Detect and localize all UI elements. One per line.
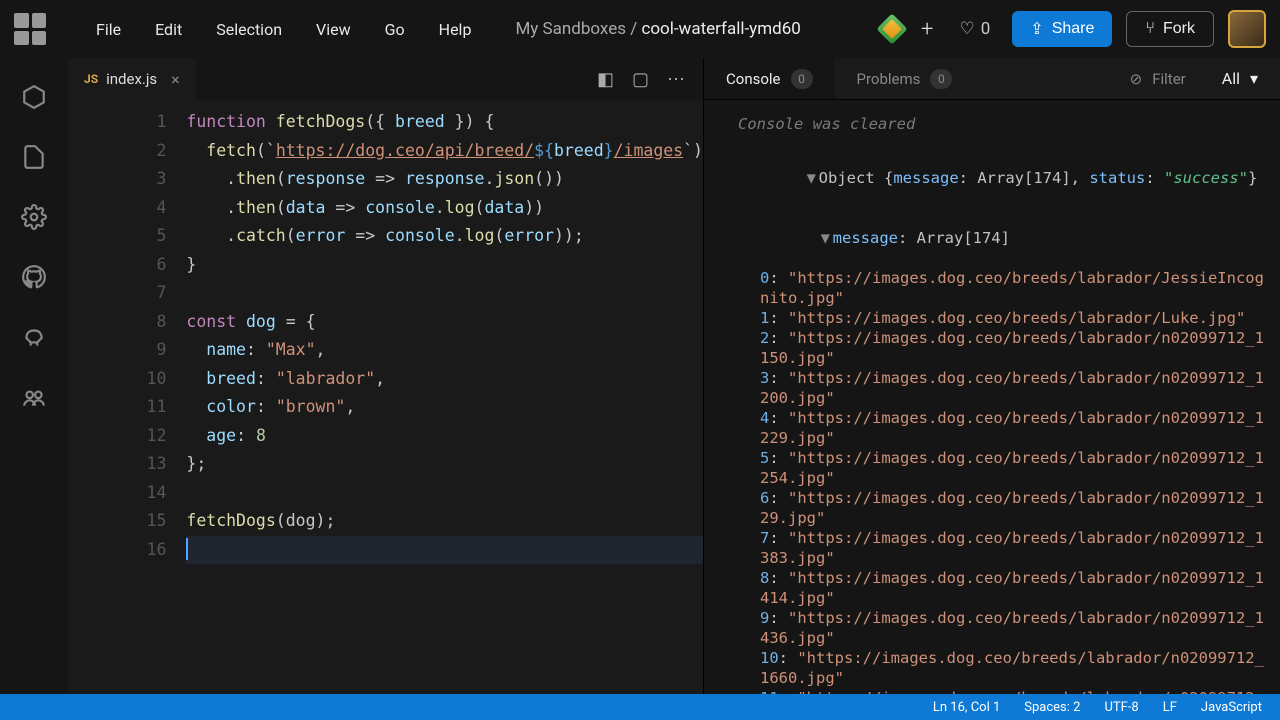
console-cleared-msg: Console was cleared	[732, 110, 1266, 148]
preview-icon[interactable]: ▢	[632, 69, 649, 90]
github-icon[interactable]	[21, 264, 47, 290]
menu-selection[interactable]: Selection	[202, 14, 296, 45]
menu-edit[interactable]: Edit	[141, 14, 196, 45]
chevron-down-icon: ▾	[1250, 69, 1258, 88]
breadcrumb-path: My Sandboxes /	[515, 19, 641, 39]
log-level-label: All	[1222, 69, 1240, 88]
console-object-header[interactable]: ▼Object {message: Array[174], status: "s…	[732, 148, 1266, 208]
live-icon[interactable]	[21, 384, 47, 410]
tab-console-label: Console	[726, 70, 781, 88]
share-label: Share	[1052, 20, 1095, 38]
console-array-item[interactable]: 1: "https://images.dog.ceo/breeds/labrad…	[760, 308, 1266, 328]
status-cursor-pos[interactable]: Ln 16, Col 1	[933, 700, 1000, 715]
menu-help[interactable]: Help	[425, 14, 486, 45]
status-encoding[interactable]: UTF-8	[1104, 700, 1138, 715]
menu-file[interactable]: File	[82, 14, 135, 45]
no-entry-icon[interactable]: ⊘	[1130, 70, 1143, 88]
tab-filename: index.js	[106, 70, 157, 88]
share-icon: ⇪	[1030, 19, 1043, 39]
console-message-header[interactable]: ▼message: Array[174]	[732, 208, 1266, 268]
more-actions-icon[interactable]: ⋯	[667, 69, 685, 90]
console-array-item[interactable]: 0: "https://images.dog.ceo/breeds/labrad…	[760, 268, 1266, 308]
new-sandbox-button[interactable]: +	[917, 17, 937, 42]
console-array-item[interactable]: 5: "https://images.dog.ceo/breeds/labrad…	[760, 448, 1266, 488]
console-array-item[interactable]: 4: "https://images.dog.ceo/breeds/labrad…	[760, 408, 1266, 448]
fork-label: Fork	[1163, 20, 1195, 38]
console-output[interactable]: Console was cleared ▼Object {message: Ar…	[704, 100, 1280, 694]
line-gutter: 12345678910111213141516	[68, 108, 186, 694]
expand-icon[interactable]: ▼	[821, 228, 831, 248]
breadcrumb[interactable]: My Sandboxes / cool-waterfall-ymd60	[515, 19, 800, 39]
problems-count-badge: 0	[930, 69, 952, 89]
console-array-item[interactable]: 10: "https://images.dog.ceo/breeds/labra…	[760, 648, 1266, 688]
console-array-item[interactable]: 9: "https://images.dog.ceo/breeds/labrad…	[760, 608, 1266, 648]
tab-problems[interactable]: Problems 0	[835, 58, 975, 99]
explorer-icon[interactable]	[21, 144, 47, 170]
code-content[interactable]: function fetchDogs({ breed }) { fetch(`h…	[186, 108, 703, 694]
console-count-badge: 0	[791, 69, 813, 89]
avatar[interactable]	[1228, 10, 1266, 48]
code-editor[interactable]: 12345678910111213141516 function fetchDo…	[68, 100, 703, 694]
fork-button[interactable]: ⑂ Fork	[1126, 11, 1214, 47]
console-array-item[interactable]: 6: "https://images.dog.ceo/breeds/labrad…	[760, 488, 1266, 528]
sandbox-name: cool-waterfall-ymd60	[641, 19, 800, 39]
console-array-item[interactable]: 8: "https://images.dog.ceo/breeds/labrad…	[760, 568, 1266, 608]
app-logo[interactable]	[14, 13, 46, 45]
console-filter[interactable]: ⊘ Filter	[1116, 70, 1200, 88]
filter-label: Filter	[1152, 70, 1186, 88]
file-tab-index[interactable]: JS index.js ×	[68, 58, 196, 100]
split-editor-icon[interactable]: ◧	[597, 69, 614, 90]
js-file-icon: JS	[84, 72, 98, 86]
fork-icon: ⑂	[1145, 20, 1155, 38]
tab-problems-label: Problems	[857, 70, 921, 88]
tab-console[interactable]: Console 0	[704, 58, 835, 99]
like-count: 0	[981, 19, 991, 39]
menu-view[interactable]: View	[302, 14, 365, 45]
console-array-item[interactable]: 3: "https://images.dog.ceo/breeds/labrad…	[760, 368, 1266, 408]
like-button[interactable]: ♡ 0	[951, 15, 998, 43]
share-button[interactable]: ⇪ Share	[1012, 11, 1112, 47]
heart-icon: ♡	[959, 19, 974, 39]
tab-close-button[interactable]: ×	[171, 70, 180, 89]
deploy-icon[interactable]	[21, 324, 47, 350]
settings-icon[interactable]	[21, 204, 47, 230]
status-eol[interactable]: LF	[1163, 700, 1177, 715]
expand-icon[interactable]: ▼	[807, 168, 817, 188]
sandbox-info-icon[interactable]	[21, 84, 47, 110]
premium-icon[interactable]	[876, 13, 907, 44]
console-array-item[interactable]: 7: "https://images.dog.ceo/breeds/labrad…	[760, 528, 1266, 568]
status-spaces[interactable]: Spaces: 2	[1024, 700, 1080, 715]
menu-go[interactable]: Go	[371, 14, 419, 45]
console-array-item[interactable]: 2: "https://images.dog.ceo/breeds/labrad…	[760, 328, 1266, 368]
log-level-select[interactable]: All ▾	[1200, 69, 1280, 88]
status-language[interactable]: JavaScript	[1201, 700, 1262, 715]
